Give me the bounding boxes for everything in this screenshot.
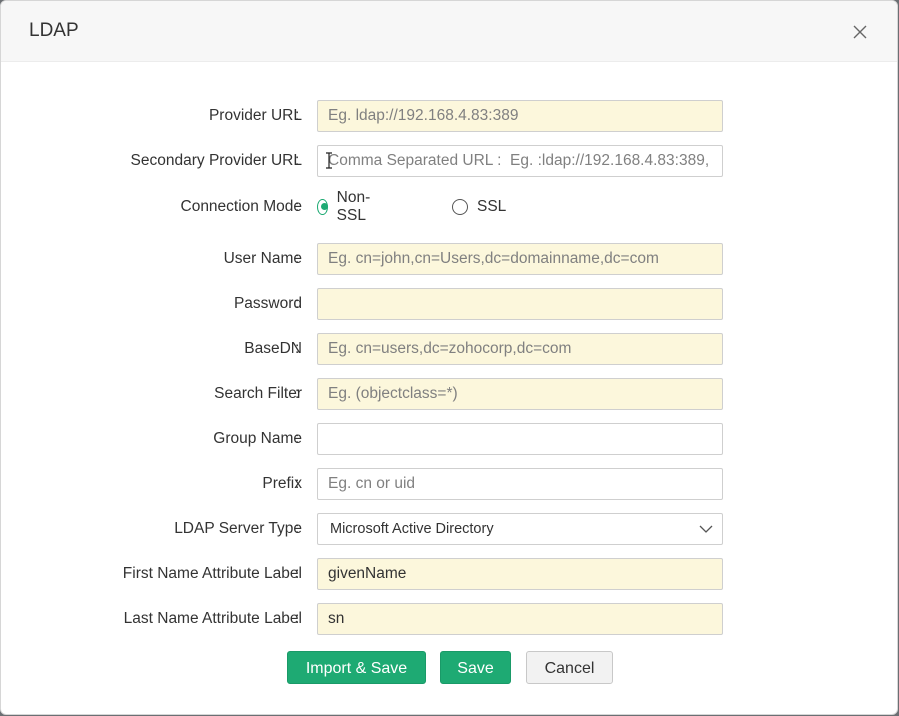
radio-ssl[interactable]: SSL bbox=[452, 191, 506, 223]
import-save-button[interactable]: Import & Save bbox=[287, 651, 426, 684]
row-last-name-attr: Last Name Attribute Label : bbox=[1, 603, 897, 635]
group-name-input[interactable] bbox=[317, 423, 723, 455]
colon: : bbox=[295, 295, 300, 312]
row-password: Password : bbox=[1, 288, 897, 320]
radio-non-ssl[interactable]: Non-SSL bbox=[317, 189, 376, 224]
last-name-attr-input[interactable] bbox=[317, 603, 723, 635]
dialog-header: LDAP bbox=[1, 1, 897, 62]
radio-unchecked-icon[interactable] bbox=[452, 199, 468, 215]
radio-checked-icon[interactable] bbox=[317, 199, 328, 215]
secondary-provider-url-input[interactable] bbox=[317, 145, 723, 177]
first-name-attr-input[interactable] bbox=[317, 558, 723, 590]
ldap-server-type-select[interactable]: Microsoft Active Directory bbox=[317, 513, 723, 545]
connection-mode-label: Connection Mode bbox=[180, 198, 303, 215]
colon: : bbox=[295, 107, 300, 124]
close-icon[interactable] bbox=[851, 23, 869, 41]
colon: : bbox=[295, 152, 300, 169]
user-name-label: User Name bbox=[223, 250, 302, 267]
base-dn-label: BaseDN bbox=[244, 340, 302, 357]
row-base-dn: BaseDN : bbox=[1, 333, 897, 365]
ldap-server-type-label: LDAP Server Type bbox=[174, 520, 302, 537]
colon: : bbox=[295, 565, 300, 582]
first-name-attr-label: First Name Attribute Label bbox=[122, 565, 302, 582]
prefix-input[interactable] bbox=[317, 468, 723, 500]
row-user-name: User Name : bbox=[1, 243, 897, 275]
secondary-provider-url-label: Secondary Provider URL bbox=[130, 152, 302, 169]
colon: : bbox=[295, 385, 300, 402]
colon: : bbox=[295, 475, 300, 492]
save-button[interactable]: Save bbox=[440, 651, 511, 684]
search-filter-input[interactable] bbox=[317, 378, 723, 410]
radio-non-ssl-label: Non-SSL bbox=[336, 189, 371, 224]
password-input[interactable] bbox=[317, 288, 723, 320]
row-group-name: Group Name : bbox=[1, 423, 897, 455]
dialog-title: LDAP bbox=[29, 20, 79, 41]
row-secondary-provider-url: Secondary Provider URL : bbox=[1, 145, 897, 177]
cancel-button[interactable]: Cancel bbox=[526, 651, 613, 684]
ldap-dialog: LDAP Provider URL : Secondary Provider U… bbox=[0, 0, 898, 715]
user-name-input[interactable] bbox=[317, 243, 723, 275]
provider-url-input[interactable] bbox=[317, 100, 723, 132]
password-label: Password bbox=[233, 295, 302, 312]
colon: : bbox=[295, 610, 300, 627]
row-search-filter: Search Filter : bbox=[1, 378, 897, 410]
radio-ssl-label: SSL bbox=[477, 198, 507, 215]
colon: : bbox=[295, 340, 300, 357]
row-provider-url: Provider URL : bbox=[1, 100, 897, 132]
base-dn-input[interactable] bbox=[317, 333, 723, 365]
row-first-name-attr: First Name Attribute Label : bbox=[1, 558, 897, 590]
row-prefix: Prefix : bbox=[1, 468, 897, 500]
provider-url-label: Provider URL bbox=[208, 107, 302, 124]
row-connection-mode: Connection Mode : Non-SSL SSL bbox=[1, 189, 897, 224]
chevron-down-icon bbox=[699, 525, 713, 533]
search-filter-label: Search Filter bbox=[214, 385, 302, 402]
colon: : bbox=[295, 198, 300, 215]
colon: : bbox=[295, 430, 300, 447]
group-name-label: Group Name bbox=[213, 430, 302, 447]
colon: : bbox=[295, 250, 300, 267]
row-ldap-server-type: LDAP Server Type : Microsoft Active Dire… bbox=[1, 513, 897, 545]
last-name-attr-label: Last Name Attribute Label bbox=[123, 610, 302, 627]
colon: : bbox=[295, 520, 300, 537]
ldap-server-type-value: Microsoft Active Directory bbox=[330, 521, 494, 537]
